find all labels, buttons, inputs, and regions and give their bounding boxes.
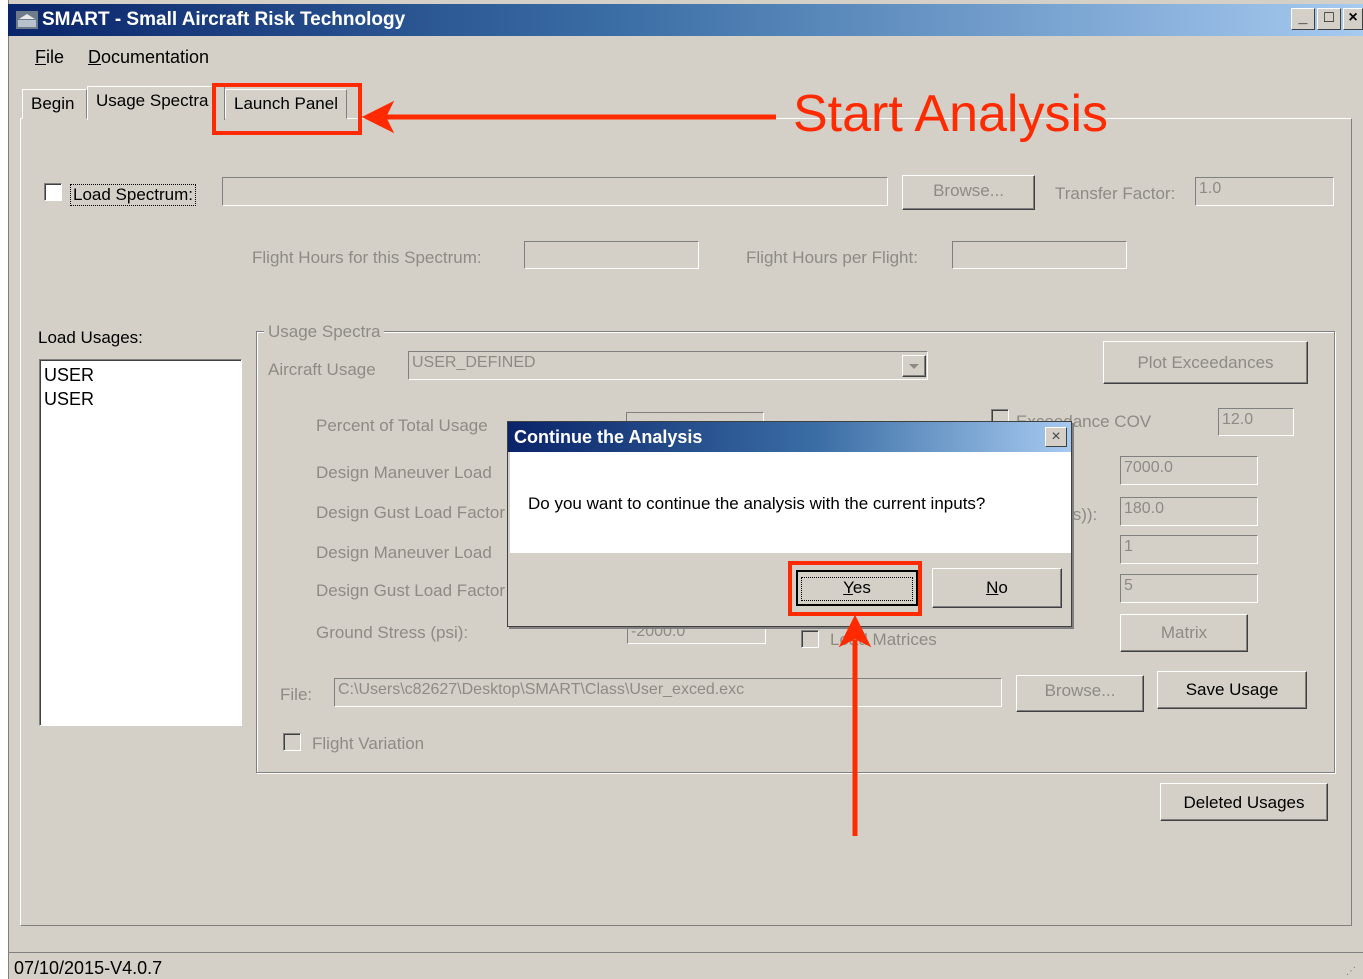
start-analysis-annotation: Start Analysis xyxy=(793,85,1109,143)
yes-button-highlight-box xyxy=(788,561,922,616)
annotation-arrows xyxy=(361,100,872,836)
arrow-to-launch-panel xyxy=(361,100,776,134)
launch-panel-highlight-box xyxy=(212,83,362,135)
arrow-to-yes-button xyxy=(838,614,872,836)
